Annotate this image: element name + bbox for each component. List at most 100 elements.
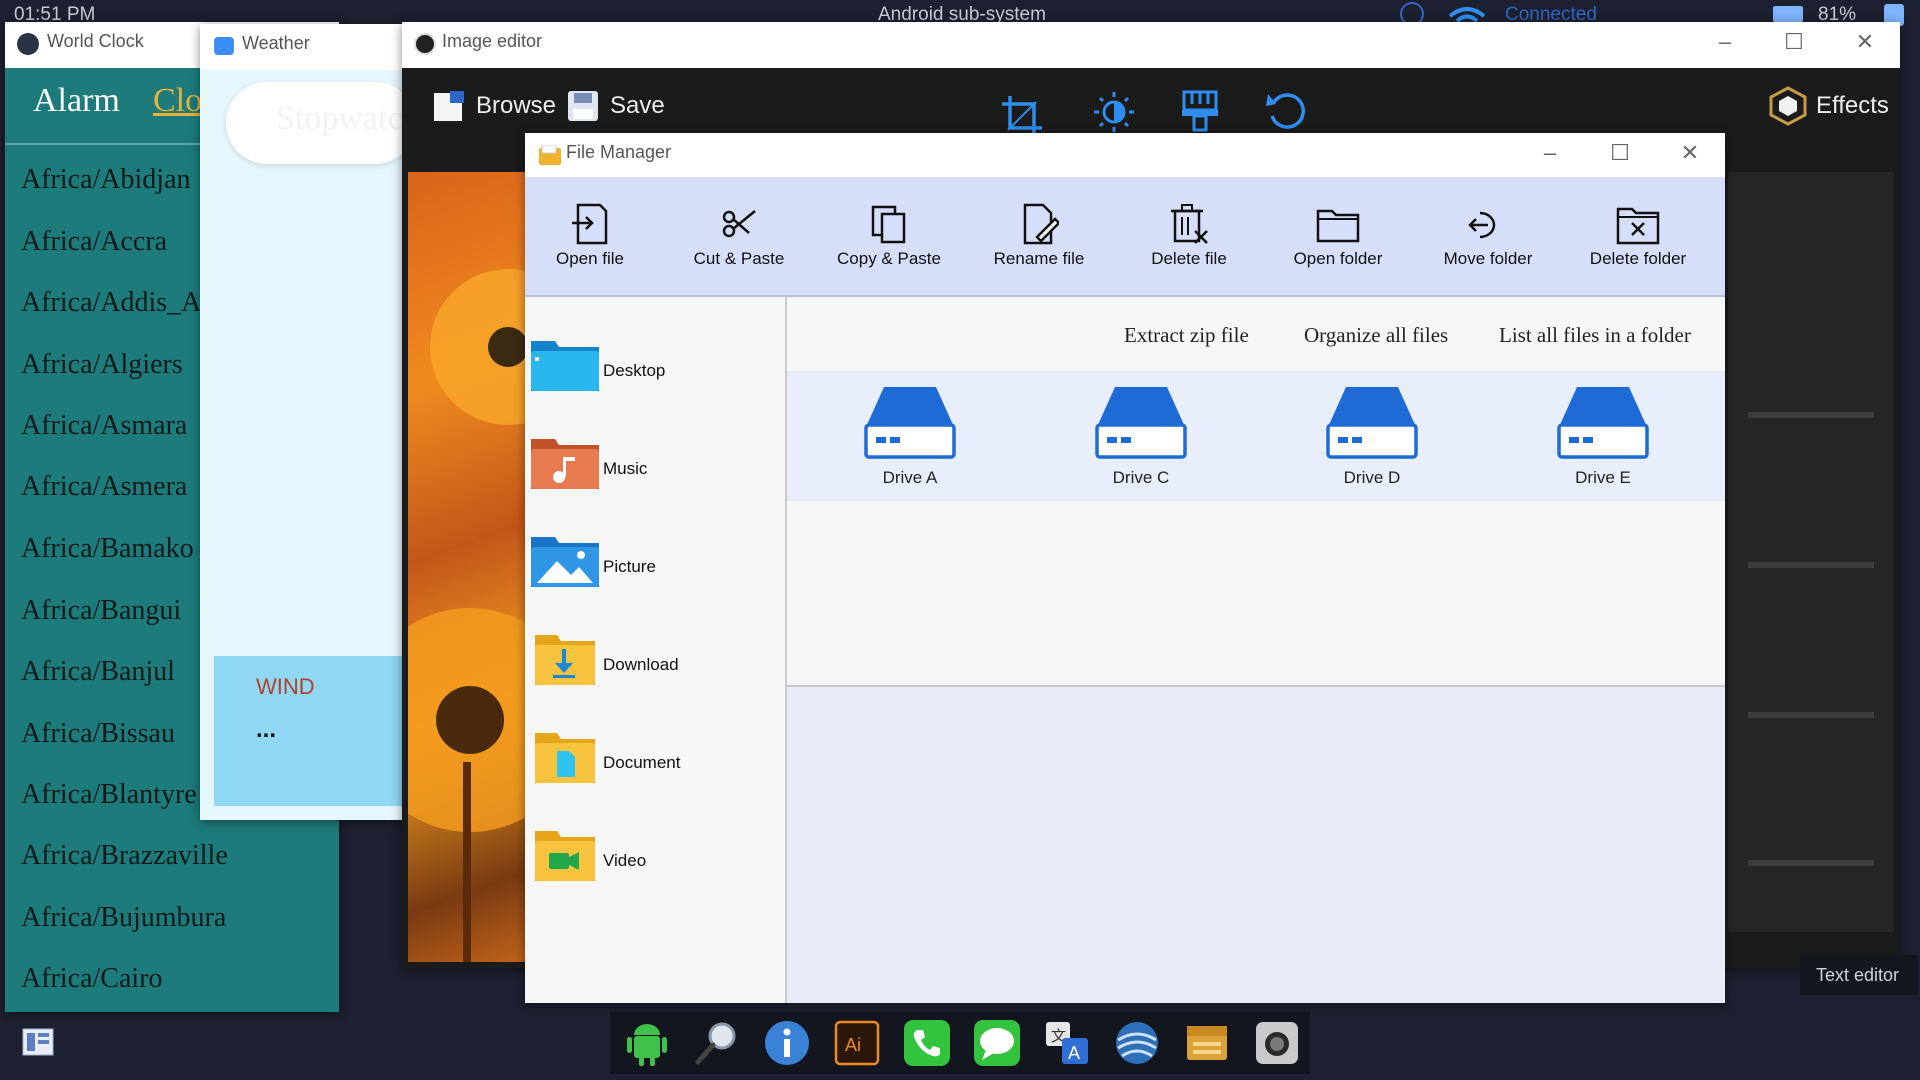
file-list-area[interactable] — [787, 687, 1725, 1003]
svg-text:A: A — [1068, 1043, 1080, 1063]
sidebar-item-picture[interactable]: Picture — [531, 533, 781, 603]
minimize-icon[interactable]: – — [1530, 137, 1570, 169]
city-list-item[interactable]: Africa/Blantyre — [21, 779, 197, 811]
organize-files-link[interactable]: Organize all files — [1304, 323, 1448, 348]
adjust-slider-track[interactable] — [1748, 412, 1874, 418]
archive-icon[interactable] — [1184, 1020, 1230, 1066]
move-folder-button[interactable]: Move folder — [1418, 203, 1558, 269]
sidebar-item-label: Video — [603, 851, 647, 870]
copy-paste-button[interactable]: Copy & Paste — [819, 203, 959, 269]
world-clock-title: World Clock — [47, 31, 144, 51]
camera-icon[interactable] — [1254, 1020, 1300, 1066]
stopwatch-button[interactable]: Stopwatch — [226, 82, 410, 164]
magnifier-icon[interactable] — [694, 1020, 740, 1066]
brightness-icon[interactable] — [1092, 90, 1136, 134]
stopwatch-label: Stopwatch — [276, 100, 410, 137]
globe-icon[interactable] — [1114, 1020, 1160, 1066]
messages-icon[interactable] — [974, 1020, 1020, 1066]
city-list-item[interactable]: Africa/Cairo — [21, 963, 163, 995]
info-icon[interactable] — [764, 1020, 810, 1066]
sidebar-item-desktop[interactable]: Desktop — [531, 337, 781, 407]
folder-icon — [1316, 209, 1360, 243]
extract-zip-link[interactable]: Extract zip file — [1124, 323, 1249, 348]
rename-file-button[interactable]: Rename file — [969, 203, 1109, 269]
drives-panel — [787, 297, 1725, 687]
sidebar: Desktop Music Picture Download Document … — [525, 297, 787, 1003]
drive-e[interactable]: Drive E — [1543, 383, 1663, 488]
sidebar-item-label: Music — [603, 459, 648, 478]
city-list-item[interactable]: Africa/Asmara — [21, 410, 187, 442]
weather-app-icon — [214, 37, 234, 55]
minimize-icon[interactable]: – — [1705, 26, 1745, 58]
open-folder-button[interactable]: Open folder — [1268, 203, 1408, 269]
dock: Ai 文A — [610, 1012, 1310, 1074]
android-icon[interactable] — [624, 1020, 670, 1066]
translate-icon[interactable]: 文A — [1044, 1020, 1090, 1066]
adjust-slider-track[interactable] — [1748, 860, 1874, 866]
rename-file-label: Rename file — [993, 249, 1085, 268]
close-icon[interactable]: ✕ — [1670, 137, 1710, 169]
drive-c[interactable]: Drive C — [1081, 383, 1201, 488]
drive-d[interactable]: Drive D — [1312, 383, 1432, 488]
open-file-button[interactable]: Open file — [525, 203, 660, 269]
city-list-item[interactable]: Africa/Abidjan — [21, 164, 191, 196]
sidebar-item-music[interactable]: Music — [531, 435, 781, 505]
cut-paste-button[interactable]: Cut & Paste — [669, 203, 809, 269]
sidebar-item-label: Desktop — [603, 361, 666, 380]
move-folder-label: Move folder — [1443, 249, 1533, 268]
drive-a[interactable]: Drive A — [850, 383, 970, 488]
drive-icon — [1557, 387, 1649, 459]
close-icon[interactable]: ✕ — [1845, 26, 1885, 58]
maximize-icon[interactable]: ☐ — [1774, 26, 1814, 58]
battery-icon — [1773, 6, 1803, 22]
adjust-slider-track[interactable] — [1748, 562, 1874, 568]
city-list-item[interactable]: Africa/Accra — [21, 226, 167, 258]
file-manager-window: File Manager – ☐ ✕ Open file Cut & Paste… — [525, 133, 1725, 1003]
illustrator-icon[interactable]: Ai — [834, 1020, 880, 1066]
image-editor-titlebar: Image editor – ☐ ✕ — [402, 22, 1900, 68]
city-list-item[interactable]: Africa/Algiers — [21, 349, 183, 381]
delete-file-button[interactable]: Delete file — [1119, 203, 1259, 269]
phone-icon[interactable] — [904, 1020, 950, 1066]
browse-label: Browse — [476, 92, 557, 119]
list-files-link[interactable]: List all files in a folder — [1499, 323, 1691, 348]
file-manager-title: File Manager — [566, 142, 672, 162]
open-file-icon — [572, 203, 608, 245]
city-list-item[interactable]: Africa/Bangui — [21, 595, 181, 627]
text-editor-tab[interactable]: Text editor — [1800, 955, 1918, 995]
save-button[interactable]: Save — [566, 84, 665, 128]
brush-icon[interactable] — [1178, 90, 1222, 134]
rotate-icon[interactable] — [1264, 90, 1308, 134]
sidebar-item-label: Picture — [603, 557, 656, 576]
drive-label: Drive E — [1575, 468, 1631, 487]
sidebar-item-document[interactable]: Document — [531, 729, 781, 799]
copy-icon — [871, 205, 906, 244]
city-list-item[interactable]: Africa/Bujumbura — [21, 902, 226, 934]
delete-folder-button[interactable]: Delete folder — [1568, 203, 1708, 269]
start-menu-icon[interactable] — [22, 1028, 54, 1056]
city-list-item[interactable]: Africa/Bamako — [21, 533, 194, 565]
effects-label: Effects — [1816, 92, 1889, 119]
weather-title: Weather — [242, 33, 310, 53]
maximize-icon[interactable]: ☐ — [1600, 137, 1640, 169]
tab-alarm[interactable]: Alarm — [33, 82, 120, 120]
move-icon — [1468, 211, 1496, 239]
save-icon — [568, 91, 598, 121]
effects-button[interactable]: Effects — [1768, 84, 1889, 128]
adjust-slider-track[interactable] — [1748, 712, 1874, 718]
sidebar-item-download[interactable]: Download — [531, 631, 781, 701]
city-list-item[interactable]: Africa/Asmera — [21, 471, 187, 503]
scissors-icon — [722, 210, 756, 238]
video-folder-icon — [535, 831, 595, 881]
city-list-item[interactable]: Africa/Bissau — [21, 718, 175, 750]
adjustment-panel — [1728, 172, 1894, 932]
city-list-item[interactable]: Africa/Banjul — [21, 656, 175, 688]
open-file-label: Open file — [555, 249, 625, 268]
city-list-item[interactable]: Africa/Brazzaville — [21, 840, 228, 872]
sidebar-item-video[interactable]: Video — [531, 827, 781, 897]
drive-icon — [1095, 387, 1187, 459]
drive-label: Drive A — [882, 468, 938, 487]
browse-button[interactable]: Browse — [432, 84, 556, 128]
weather-titlebar: Weather — [200, 24, 410, 70]
crop-icon[interactable] — [1000, 94, 1044, 138]
